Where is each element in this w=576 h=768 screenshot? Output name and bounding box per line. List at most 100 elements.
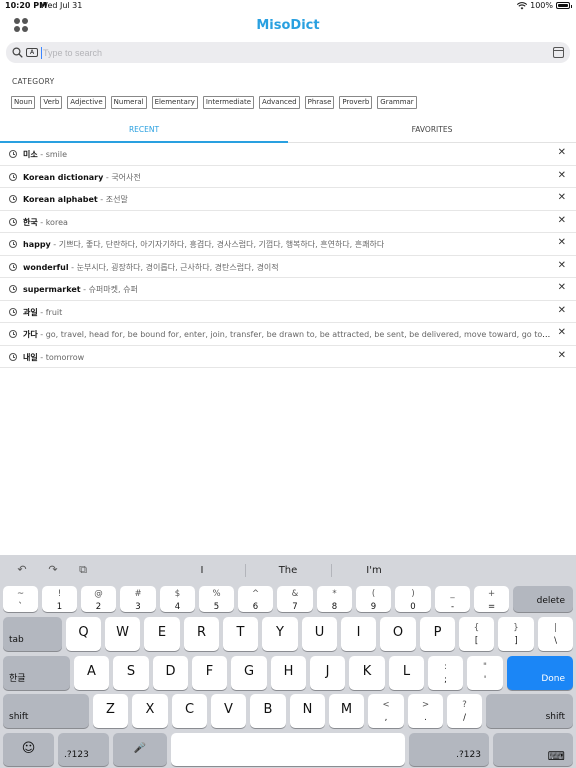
key-i[interactable]: I [341,617,376,651]
key-c[interactable]: C [172,694,207,728]
list-item[interactable]: supermarket - 슈퍼마켓, 슈퍼 ✕ [0,278,576,301]
key-m[interactable]: M [329,694,364,728]
chip-adjective[interactable]: Adjective [67,96,106,109]
key-z[interactable]: Z [93,694,128,728]
list-item[interactable]: 과일 - fruit ✕ [0,301,576,323]
key-semicolon[interactable]: :; [428,656,463,690]
key-b[interactable]: B [250,694,286,728]
key-6[interactable]: ^ 6 [238,586,273,612]
chip-verb[interactable]: Verb [40,96,63,109]
key-h[interactable]: H [271,656,306,690]
key-left-bracket[interactable]: {[ [459,617,494,651]
chip-phrase[interactable]: Phrase [304,96,335,109]
key-right-bracket[interactable]: }] [498,617,534,651]
key-o[interactable]: O [380,617,416,651]
close-icon[interactable]: ✕ [558,238,566,248]
key-0[interactable]: ) 0 [395,586,431,612]
dictation-key[interactable]: 🎤 [113,733,167,766]
tab-recent[interactable]: RECENT [0,125,288,134]
key-j[interactable]: J [310,656,345,690]
key-u[interactable]: U [302,617,337,651]
key-w[interactable]: W [105,617,140,651]
list-item[interactable]: Korean alphabet - 조선말 ✕ [0,188,576,211]
key-equals[interactable]: + = [474,586,509,612]
key-3[interactable]: #3 [120,586,156,612]
list-item[interactable]: 미소 - smile ✕ [0,143,576,166]
key-quote[interactable]: " ' [467,656,503,690]
key-a[interactable]: A [74,656,109,690]
key-t[interactable]: T [223,617,258,651]
key-y[interactable]: Y [262,617,298,651]
hangul-key[interactable]: 한글 [3,656,70,690]
list-item[interactable]: wonderful - 눈부시다, 굉장하다, 경이롭다, 근사하다, 경탄스럽… [0,256,576,278]
space-bar[interactable] [171,733,405,766]
key-v[interactable]: V [211,694,246,728]
chip-numeral[interactable]: Numeral [110,96,147,109]
list-item[interactable]: 내일 - tomorrow ✕ [0,346,576,368]
key-9[interactable]: (9 [356,586,391,612]
key-p[interactable]: P [420,617,455,651]
key-minus[interactable]: _ - [435,586,470,612]
close-icon[interactable]: ✕ [558,350,566,361]
key-g[interactable]: G [231,656,267,690]
close-icon[interactable]: ✕ [558,193,566,203]
shift-key-right[interactable]: shift [486,694,573,728]
chip-grammar[interactable]: Grammar [377,96,417,109]
chip-proverb[interactable]: Proverb [339,96,373,109]
list-item[interactable]: Korean dictionary - 국어사전 ✕ [0,166,576,188]
key-s[interactable]: S [113,656,149,690]
key-comma[interactable]: <, [368,694,404,728]
suggestion-1[interactable]: I [159,565,245,576]
key-1[interactable]: ! 1 [42,586,77,612]
hide-keyboard-key[interactable]: ⌨ [493,733,573,766]
numbers-key-right[interactable]: .?123 [409,733,489,766]
keyboard-toggle-icon[interactable]: A [26,48,38,57]
key-4[interactable]: $4 [160,586,195,612]
paste-icon[interactable]: ⧉ [76,564,90,576]
close-icon[interactable]: ✕ [558,215,566,226]
chip-intermediate[interactable]: Intermediate [202,96,255,109]
close-icon[interactable]: ✕ [558,260,566,271]
done-key[interactable]: Done [507,656,573,690]
key-r[interactable]: R [184,617,219,651]
key-5[interactable]: % 5 [199,586,234,612]
key-f[interactable]: F [192,656,227,690]
close-icon[interactable]: ✕ [558,170,566,181]
calendar-icon[interactable] [553,47,564,58]
redo-icon[interactable]: ↷ [46,564,60,576]
key-8[interactable]: * 8 [317,586,352,612]
key-backtick[interactable]: ~ ` [3,586,38,612]
key-2[interactable]: @2 [81,586,116,612]
list-item[interactable]: 한국 - korea ✕ [0,211,576,233]
list-item[interactable]: 가다 - go, travel, head for, be bound for,… [0,323,576,346]
key-backslash[interactable]: | \ [538,617,573,651]
key-slash[interactable]: ? / [447,694,482,728]
search-input[interactable] [41,46,553,59]
tab-favorites[interactable]: FAVORITES [288,125,576,134]
chip-noun[interactable]: Noun [11,96,36,109]
key-e[interactable]: E [144,617,180,651]
tab-key[interactable]: tab [3,617,62,651]
key-x[interactable]: X [132,694,168,728]
close-icon[interactable]: ✕ [558,283,566,293]
key-n[interactable]: N [290,694,325,728]
key-l[interactable]: L [389,656,424,690]
shift-key-left[interactable]: shift [3,694,89,728]
key-d[interactable]: D [153,656,188,690]
close-icon[interactable]: ✕ [558,328,566,338]
close-icon[interactable]: ✕ [558,148,566,158]
key-7[interactable]: & 7 [277,586,313,612]
chip-advanced[interactable]: Advanced [259,96,300,109]
close-icon[interactable]: ✕ [558,305,566,316]
undo-icon[interactable]: ↶ [15,564,29,576]
key-q[interactable]: Q [66,617,101,651]
key-period[interactable]: >. [408,694,443,728]
delete-key[interactable]: delete [513,586,573,612]
list-item[interactable]: happy - 기쁘다, 좋다, 단란하다, 아기자기하다, 흥겹다, 경사스럽… [0,233,576,256]
chip-elementary[interactable]: Elementary [151,96,198,109]
suggestion-2[interactable]: The [245,565,331,576]
key-k[interactable]: K [349,656,385,690]
numbers-key-left[interactable]: .?123 [58,733,109,766]
suggestion-3[interactable]: I'm [331,565,417,576]
emoji-key[interactable]: ☺ [3,733,54,766]
